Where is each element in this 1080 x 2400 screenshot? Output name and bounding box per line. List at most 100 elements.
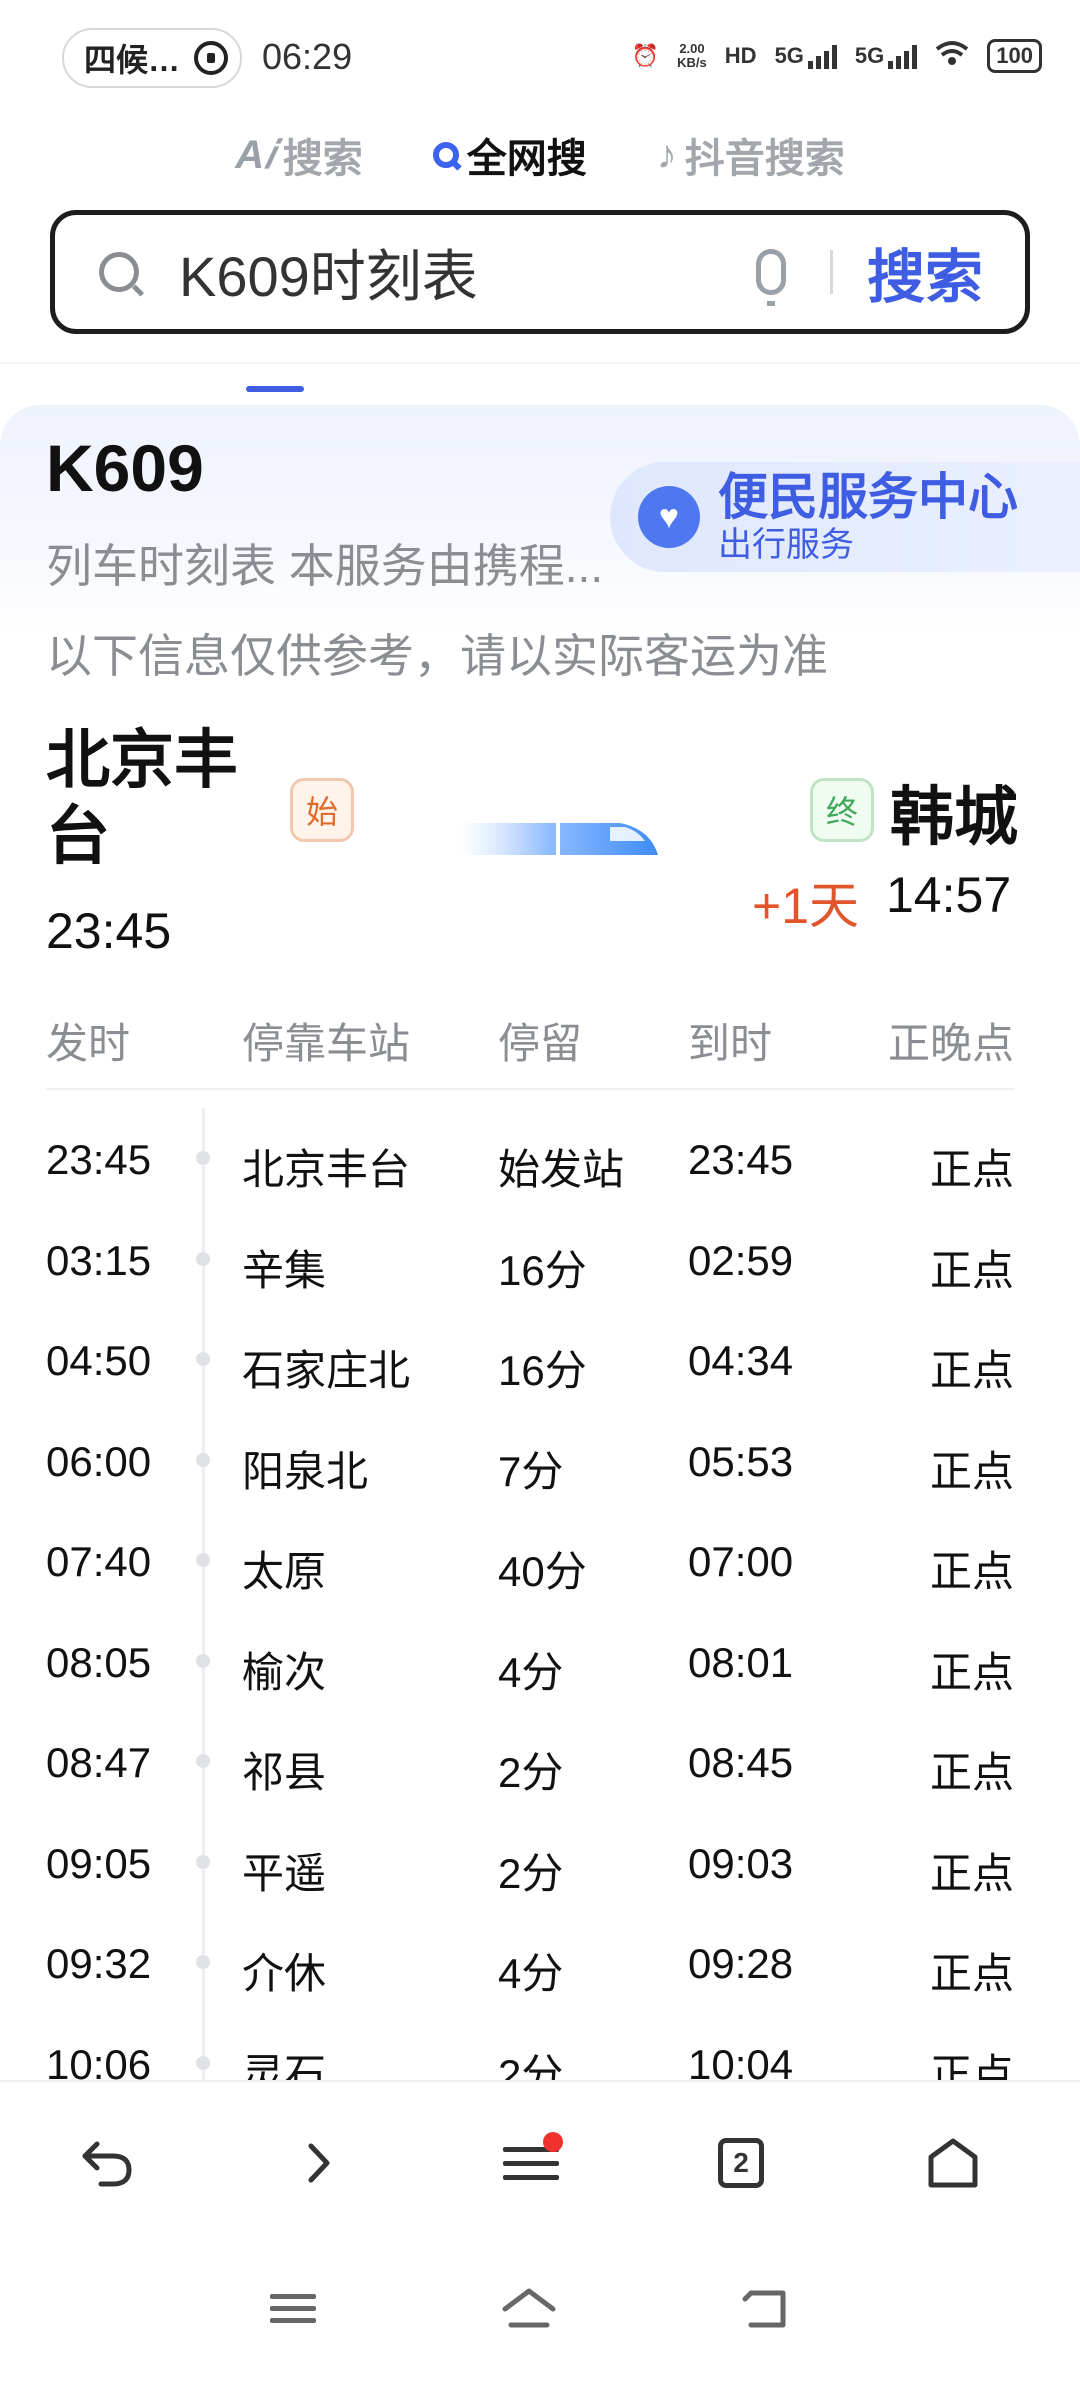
station-name: 北京丰台 <box>242 1146 411 1193</box>
train-number[interactable]: K609 <box>46 430 204 506</box>
search-bar: K609时刻表 搜索 <box>50 210 1030 334</box>
result-tab-indicator <box>246 386 304 392</box>
table-row[interactable]: 07:40 太原 40分 07:00 正点 <box>0 1504 1080 1605</box>
station-name: 辛集 <box>242 1246 327 1294</box>
departure-time: 23:45 <box>46 1136 152 1183</box>
table-row[interactable]: 06:00 阳泉北 7分 05:53 正点 <box>0 1404 1080 1505</box>
network-speed: 2.00 KB/s <box>677 41 707 70</box>
tab-label: 全网搜 <box>466 137 587 181</box>
punctuality-status: 正点 <box>929 1648 1014 1696</box>
timeline-dot <box>196 1553 210 1567</box>
punctuality-status: 正点 <box>929 1749 1014 1796</box>
status-bar: 四候… 06:29 ⏰ 2.00 KB/s HD 5G 5G 100 <box>0 0 1080 110</box>
table-row[interactable]: 03:15 辛集 16分 02:59 正点 <box>0 1203 1080 1304</box>
station-name: 阳泉北 <box>242 1447 369 1495</box>
back-button[interactable] <box>72 2128 142 2198</box>
ai-icon: A𝑖 <box>235 132 275 177</box>
next-day-indicator: +1天 <box>752 878 860 934</box>
origin-station: 北京丰台 <box>46 724 238 872</box>
arrival-time: 09:28 <box>688 1940 794 1987</box>
punctuality-status: 正点 <box>929 1447 1014 1495</box>
tab-ai-search[interactable]: A𝑖 搜索 <box>235 120 362 190</box>
punctuality-status: 正点 <box>929 1347 1014 1394</box>
departure-time: 09:32 <box>46 1940 152 1987</box>
divider <box>829 250 833 294</box>
carrier-pill[interactable]: 四候… <box>62 28 242 88</box>
notification-dot <box>543 2131 563 2152</box>
table-row[interactable]: 09:32 介休 4分 09:28 正点 <box>0 1906 1080 2007</box>
signal-icon <box>888 43 918 69</box>
column-header-station: 停靠车站 <box>242 1020 411 1067</box>
home-button[interactable] <box>918 2128 988 2198</box>
search-button[interactable]: 搜索 <box>867 230 983 314</box>
tab-label: 搜索 <box>282 137 363 181</box>
arrival-time: 08:45 <box>688 1739 794 1786</box>
stay-duration: 2分 <box>498 1749 564 1796</box>
punctuality-status: 正点 <box>929 1146 1014 1193</box>
forward-button[interactable] <box>284 2128 354 2198</box>
timeline-dot <box>196 1352 210 1366</box>
table-row[interactable]: 04:50 石家庄北 16分 04:34 正点 <box>0 1303 1080 1404</box>
signal-2-label: 5G <box>854 43 885 68</box>
home-icon <box>502 2288 556 2328</box>
tab-douyin-search[interactable]: ♪ 抖音搜索 <box>657 120 845 190</box>
arrival-time: 23:45 <box>688 1136 794 1183</box>
signal-1-label: 5G <box>774 43 804 68</box>
disclaimer-text: 以下信息仅供参考，请以实际客运为准 <box>46 630 828 682</box>
tabs-button[interactable]: 2 <box>706 2128 776 2198</box>
system-navigation-bar <box>0 2240 1080 2400</box>
destination-time: 14:57 <box>886 867 1012 923</box>
stay-duration: 始发站 <box>498 1146 625 1193</box>
service-center-subtitle: 出行服务 <box>718 526 854 564</box>
end-badge: 终 <box>810 778 874 842</box>
station-name: 石家庄北 <box>242 1347 411 1394</box>
arrival-time: 08:01 <box>688 1638 794 1686</box>
punctuality-status: 正点 <box>929 1849 1014 1897</box>
stay-duration: 2分 <box>498 1849 564 1897</box>
punctuality-status: 正点 <box>929 1950 1014 1997</box>
service-center-text: 便民服务中心 出行服务 <box>718 469 1018 565</box>
wifi-icon <box>935 40 969 72</box>
table-row[interactable]: 08:47 祁县 2分 08:45 正点 <box>0 1705 1080 1806</box>
column-header-stay: 停留 <box>498 1020 583 1067</box>
heart-handshake-icon: ♥ <box>638 486 700 548</box>
departure-time: 06:00 <box>46 1437 152 1485</box>
recent-apps-button[interactable] <box>258 2278 328 2338</box>
microphone-icon[interactable] <box>755 249 786 306</box>
column-header-status: 正晚点 <box>887 1020 1014 1067</box>
tab-label: 抖音搜索 <box>684 137 845 181</box>
stay-duration: 7分 <box>498 1447 564 1495</box>
system-home-button[interactable] <box>494 2278 564 2338</box>
hd-icon: HD <box>724 43 757 68</box>
stay-duration: 16分 <box>498 1347 587 1394</box>
start-badge: 始 <box>290 778 354 842</box>
service-center-button[interactable]: ♥ 便民服务中心 出行服务 <box>610 462 1080 572</box>
divider <box>0 362 1080 364</box>
origin-time: 23:45 <box>46 903 172 959</box>
punctuality-status: 正点 <box>929 1246 1014 1294</box>
departure-time: 08:05 <box>46 1638 152 1686</box>
search-icon <box>432 142 459 168</box>
menu-icon <box>503 2131 563 2189</box>
stay-duration: 16分 <box>498 1246 587 1294</box>
railway-icon <box>194 41 229 75</box>
timeline-dot <box>196 1251 210 1266</box>
signal-icon <box>807 43 837 69</box>
tab-web-search[interactable]: 全网搜 <box>432 120 587 190</box>
arrival-time: 07:00 <box>688 1538 794 1585</box>
departure-time: 09:05 <box>46 1839 152 1887</box>
timeline-dot <box>196 1955 210 1969</box>
table-row[interactable]: 08:05 榆次 4分 08:01 正点 <box>0 1605 1080 1706</box>
status-icons: ⏰ 2.00 KB/s HD 5G 5G 100 <box>632 36 1042 76</box>
arrival-time: 04:34 <box>688 1337 794 1384</box>
search-input[interactable]: K609时刻表 <box>179 232 756 313</box>
system-back-button[interactable] <box>730 2278 800 2338</box>
tabs-count: 2 <box>718 2138 764 2188</box>
arrival-time: 09:03 <box>688 1839 794 1887</box>
departure-time: 03:15 <box>46 1236 152 1284</box>
status-time: 06:29 <box>262 36 353 77</box>
table-row[interactable]: 23:45 北京丰台 始发站 23:45 正点 <box>0 1102 1080 1203</box>
table-row[interactable]: 09:05 平遥 2分 09:03 正点 <box>0 1806 1080 1907</box>
menu-button[interactable] <box>496 2128 566 2198</box>
timeline-dot <box>196 2055 210 2070</box>
